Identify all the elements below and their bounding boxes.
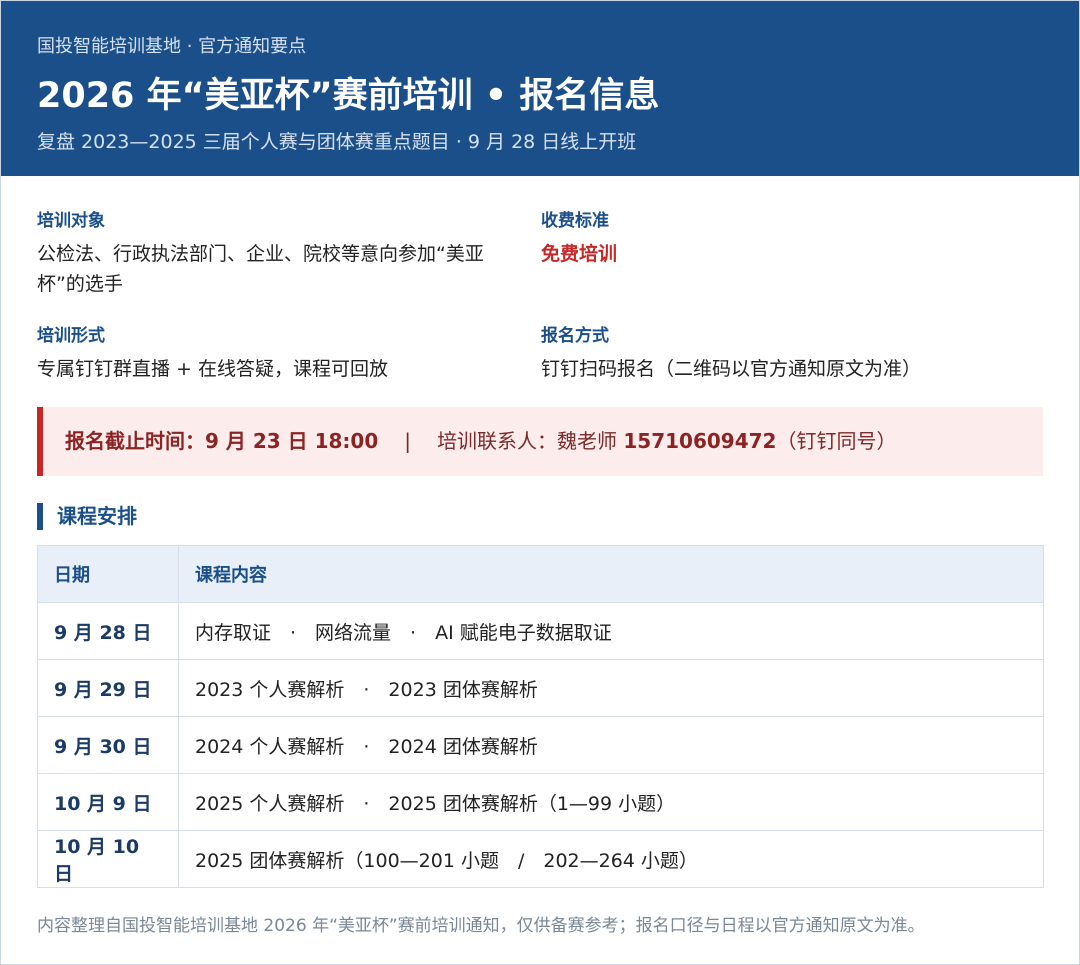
row-content: 2023 个人赛解析 · 2023 团体赛解析 [178, 659, 1044, 717]
schedule-table: 日期 课程内容 9 月 28 日 内存取证 · 网络流量 · AI 赋能电子数据… [37, 545, 1044, 888]
contact-suffix: （钉钉同号） [776, 429, 897, 453]
deadline-accent-bar [37, 407, 43, 476]
row-content: 2024 个人赛解析 · 2024 团体赛解析 [178, 716, 1044, 774]
header-content: 课程内容 [178, 545, 1044, 603]
info-signup: 报名方式 钉钉扫码报名（二维码以官方通知原文为准） [541, 321, 1041, 384]
notice-card: 国投智能培训基地 · 官方通知要点 2026 年“美亚杯”赛前培训 • 报名信息… [0, 0, 1080, 965]
header-banner: 国投智能培训基地 · 官方通知要点 2026 年“美亚杯”赛前培训 • 报名信息… [1, 1, 1079, 176]
deadline-label: 报名截止时间：9 月 23 日 18:00 [65, 429, 379, 453]
deadline-banner: 报名截止时间：9 月 23 日 18:00 | 培训联系人：魏老师 15710609… [37, 407, 1043, 476]
table-header-row: 日期 课程内容 [37, 545, 1044, 603]
row-date: 10 月 10 日 [37, 830, 179, 888]
header-date: 日期 [37, 545, 179, 603]
info-fee-label: 收费标准 [541, 211, 609, 231]
info-signup-label: 报名方式 [541, 326, 609, 346]
info-target: 培训对象 公检法、行政执法部门、企业、院校等意向参加“美亚杯”的选手 [37, 206, 517, 299]
info-format-value: 专属钉钉群直播 + 在线答疑，课程可回放 [37, 358, 389, 380]
info-format-label: 培训形式 [37, 326, 105, 346]
deadline-text: 报名截止时间：9 月 23 日 18:00 | 培训联系人：魏老师 15710609… [65, 407, 896, 476]
deadline-separator: | [404, 429, 412, 453]
info-fee: 收费标准 免费培训 [541, 206, 1041, 269]
row-date: 9 月 30 日 [37, 716, 179, 774]
schedule-title: 课程安排 [57, 504, 137, 528]
table-row: 9 月 28 日 内存取证 · 网络流量 · AI 赋能电子数据取证 [37, 602, 1044, 660]
page-subtitle: 复盘 2023—2025 三届个人赛与团体赛重点题目 · 9 月 28 日线上开… [37, 131, 637, 153]
row-date: 9 月 28 日 [37, 602, 179, 660]
table-row: 10 月 9 日 2025 个人赛解析 · 2025 团体赛解析（1—99 小题… [37, 773, 1044, 831]
table-row: 10 月 10 日 2025 团体赛解析（100—201 小题 / 202—26… [37, 830, 1044, 888]
contact-prefix: 培训联系人：魏老师 [437, 429, 624, 453]
info-fee-value: 免费培训 [541, 243, 618, 265]
row-date: 10 月 9 日 [37, 773, 179, 831]
info-target-label: 培训对象 [37, 211, 105, 231]
row-date: 9 月 29 日 [37, 659, 179, 717]
footer-note: 内容整理自国投智能培训基地 2026 年“美亚杯”赛前培训通知，仅供备赛参考；报… [37, 916, 925, 936]
section-accent-bar [37, 503, 43, 530]
info-target-value: 公检法、行政执法部门、企业、院校等意向参加“美亚杯”的选手 [37, 243, 484, 295]
page-title: 2026 年“美亚杯”赛前培训 • 报名信息 [37, 76, 660, 116]
org-line: 国投智能培训基地 · 官方通知要点 [37, 36, 307, 57]
contact-phone: 15710609472 [623, 429, 777, 453]
info-format: 培训形式 专属钉钉群直播 + 在线答疑，课程可回放 [37, 321, 517, 384]
info-signup-value: 钉钉扫码报名（二维码以官方通知原文为准） [541, 358, 922, 380]
row-content: 内存取证 · 网络流量 · AI 赋能电子数据取证 [178, 602, 1044, 660]
table-row: 9 月 29 日 2023 个人赛解析 · 2023 团体赛解析 [37, 659, 1044, 717]
row-content: 2025 团体赛解析（100—201 小题 / 202—264 小题） [178, 830, 1044, 888]
row-content: 2025 个人赛解析 · 2025 团体赛解析（1—99 小题） [178, 773, 1044, 831]
table-row: 9 月 30 日 2024 个人赛解析 · 2024 团体赛解析 [37, 716, 1044, 774]
